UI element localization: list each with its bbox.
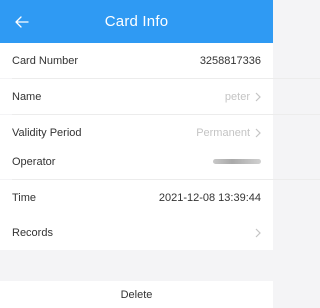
operator-label: Operator	[12, 155, 56, 168]
app-header: Card Info	[0, 0, 273, 43]
chevron-right-icon	[255, 92, 261, 102]
delete-button[interactable]: Delete	[0, 281, 273, 308]
operator-value-redacted	[213, 159, 261, 164]
validity-period-label: Validity Period	[12, 126, 82, 139]
page-title: Card Info	[104, 13, 169, 30]
card-number-label: Card Number	[12, 54, 79, 67]
name-row[interactable]: Name peter	[0, 79, 273, 114]
time-label: Time	[12, 191, 37, 204]
chevron-right-icon	[255, 128, 261, 138]
card-number-row: Card Number 3258817336	[0, 43, 273, 78]
validity-period-value: Permanent	[196, 126, 250, 139]
name-label: Name	[12, 90, 42, 103]
back-button[interactable]	[8, 8, 36, 36]
time-row: Time 2021-12-08 13:39:44	[0, 180, 273, 215]
name-value: peter	[224, 90, 250, 103]
time-value: 2021-12-08 13:39:44	[158, 191, 261, 204]
records-label: Records	[12, 226, 53, 239]
operator-row: Operator	[0, 144, 273, 179]
card-number-value: 3258817336	[199, 54, 261, 67]
arrow-left-icon	[15, 16, 29, 28]
chevron-right-icon	[255, 228, 261, 238]
records-row[interactable]: Records	[0, 215, 273, 250]
